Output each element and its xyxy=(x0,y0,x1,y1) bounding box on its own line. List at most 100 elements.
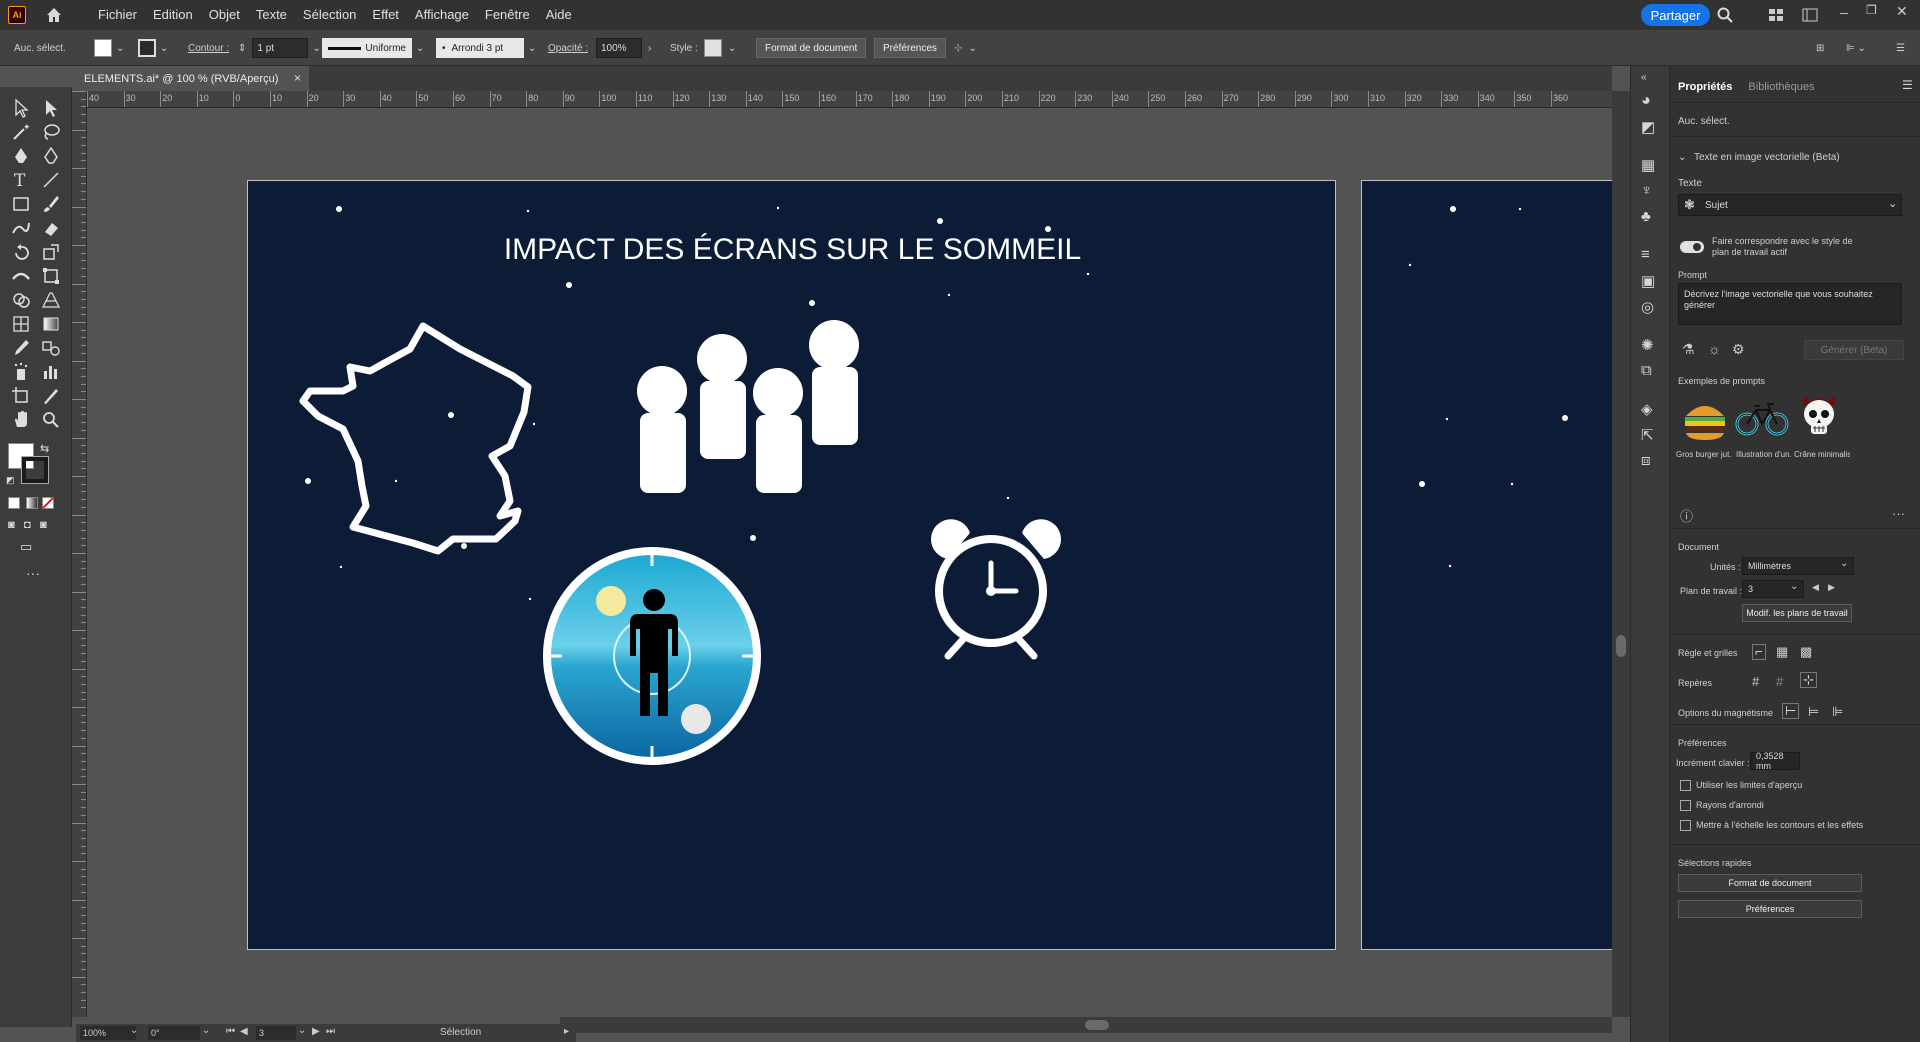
mesh-tool-icon[interactable] xyxy=(10,313,32,335)
zoom-field[interactable]: 100% xyxy=(80,1026,136,1040)
panel-menu-icon[interactable]: ☰ xyxy=(1902,78,1913,92)
collapse-section-icon[interactable]: ⌄ xyxy=(1678,152,1686,163)
preview-bounds-checkbox[interactable] xyxy=(1680,780,1691,791)
menu-fenetre[interactable]: Fenêtre xyxy=(477,0,538,30)
chevron-right-icon[interactable]: › xyxy=(648,43,651,54)
paintbrush-icon[interactable] xyxy=(40,193,62,215)
eraser-icon[interactable] xyxy=(40,217,62,239)
canvas-area[interactable]: IMPACT DES ÉCRANS SUR LE SOMMEIL xyxy=(87,108,1612,1017)
zoom-tool-icon[interactable] xyxy=(40,409,62,431)
document-format-button[interactable]: Format de document xyxy=(756,38,867,58)
gradient-mode-icon[interactable] xyxy=(26,497,38,509)
shape-builder-icon[interactable] xyxy=(10,289,32,311)
chevron-down-icon[interactable]: ⌄ xyxy=(1840,558,1848,569)
curvature-tool-icon[interactable] xyxy=(40,145,62,167)
minimize-icon[interactable]: – xyxy=(1840,4,1848,20)
snap-to-glyph-icon[interactable]: ⊨ xyxy=(1808,704,1819,720)
status-mode-label[interactable]: Sélection xyxy=(440,1027,481,1038)
key-increment-field[interactable]: 0,3528 mm xyxy=(1750,751,1800,771)
horizontal-scrollbar[interactable] xyxy=(560,1017,1612,1033)
arrange-icon[interactable]: ⊞ xyxy=(1816,38,1824,58)
close-window-icon[interactable]: ✕ xyxy=(1896,3,1908,20)
column-graph-icon[interactable] xyxy=(40,361,62,383)
ruler-icon[interactable]: ⌐ xyxy=(1752,644,1766,660)
chevron-down-icon[interactable]: ⌄ xyxy=(312,43,320,54)
rotation-field[interactable]: 0° xyxy=(148,1026,200,1040)
default-colors-icon[interactable]: ◩ xyxy=(6,475,15,486)
settings-gear-icon[interactable]: ⚙ xyxy=(1732,341,1745,358)
chevron-down-icon[interactable]: ⌄ xyxy=(116,43,124,54)
gradient-panel-icon[interactable]: ▣ xyxy=(1641,272,1659,290)
shaper-tool-icon[interactable] xyxy=(10,217,32,239)
chevron-down-icon[interactable]: ⌄ xyxy=(528,43,536,54)
lasso-icon[interactable] xyxy=(40,121,62,143)
appearance-panel-icon[interactable]: ✺ xyxy=(1641,336,1659,354)
swap-colors-icon[interactable]: ⇆ xyxy=(40,442,49,455)
align-icon[interactable]: ⊫ ⌄ xyxy=(1846,38,1866,58)
effects-icon[interactable]: ☼ xyxy=(1708,341,1721,357)
color-panel-icon[interactable]: ◕ xyxy=(1641,92,1659,110)
scale-strokes-checkbox[interactable] xyxy=(1680,820,1691,831)
generate-button[interactable]: Générer (Beta) xyxy=(1804,340,1904,360)
stepper-icon[interactable]: ⇕ xyxy=(238,43,246,54)
artboard-tool-icon[interactable] xyxy=(10,385,32,407)
vertical-scrollbar[interactable] xyxy=(1612,91,1630,1017)
artboard-secondary[interactable] xyxy=(1361,180,1612,950)
none-mode-icon[interactable] xyxy=(42,497,54,509)
free-transform-icon[interactable] xyxy=(40,265,62,287)
opacity-label[interactable]: Opacité : xyxy=(548,38,588,58)
home-icon[interactable] xyxy=(44,5,64,25)
layers-panel-icon[interactable]: ◈ xyxy=(1641,400,1659,418)
lock-guides-icon[interactable]: # xyxy=(1776,674,1783,689)
brush-dropdown[interactable]: • Arrondi 3 pt xyxy=(436,38,524,58)
more-tools-icon[interactable]: ··· xyxy=(26,565,40,581)
next-artboard-icon[interactable]: ▶ xyxy=(312,1026,320,1037)
document-tab[interactable]: ELEMENTS.ai* @ 100 % (RVB/Aperçu) × xyxy=(76,66,309,91)
prev-artboard-icon[interactable]: ◀ xyxy=(240,1026,248,1037)
artboard-main[interactable]: IMPACT DES ÉCRANS SUR LE SOMMEIL xyxy=(247,180,1336,950)
hand-tool-icon[interactable] xyxy=(10,409,32,431)
chevron-down-icon[interactable]: ⌄ xyxy=(202,1025,210,1036)
tab-proprietes[interactable]: Propriétés xyxy=(1670,76,1740,98)
grid-icon[interactable]: ▦ xyxy=(1776,644,1788,660)
stroke-profile-dropdown[interactable]: Uniforme xyxy=(322,38,412,58)
draw-normal-icon[interactable]: ◙ xyxy=(8,519,15,531)
vertical-scroll-thumb[interactable] xyxy=(1616,635,1626,657)
menu-affichage[interactable]: Affichage xyxy=(407,0,477,30)
chevron-down-icon[interactable]: ⌄ xyxy=(416,43,424,54)
transparency-panel-icon[interactable]: ◎ xyxy=(1641,298,1659,316)
layout-icon[interactable] xyxy=(1802,7,1818,23)
smart-guides-icon[interactable]: ⊹ xyxy=(1800,672,1817,688)
more-options-icon[interactable]: ··· xyxy=(1892,506,1905,521)
chevron-down-icon[interactable]: ⌄ xyxy=(968,43,976,54)
restore-icon[interactable]: ❐ xyxy=(1866,3,1877,17)
menu-objet[interactable]: Objet xyxy=(201,0,248,30)
share-button[interactable]: Partager xyxy=(1641,4,1710,26)
close-tab-icon[interactable]: × xyxy=(294,71,301,85)
stroke-swatch[interactable] xyxy=(138,39,156,57)
chevron-down-icon[interactable]: ⌄ xyxy=(130,1025,138,1036)
slice-tool-icon[interactable] xyxy=(40,385,62,407)
rotate-tool-icon[interactable] xyxy=(10,241,32,263)
brushes-panel-icon[interactable]: ♆ xyxy=(1641,182,1659,200)
stroke-weight-field[interactable]: 1 pt xyxy=(252,38,309,58)
artboard-number-field[interactable]: 3 xyxy=(256,1026,296,1040)
transform-icon[interactable]: ⊹ xyxy=(954,43,962,54)
chevron-down-icon[interactable]: ⌄ xyxy=(1790,581,1798,592)
transparency-grid-icon[interactable]: ▩ xyxy=(1800,644,1812,660)
export-panel-icon[interactable]: ⇱ xyxy=(1641,426,1659,444)
show-guides-icon[interactable]: # xyxy=(1752,674,1759,689)
first-artboard-icon[interactable]: ⏮ xyxy=(226,1026,235,1037)
perspective-grid-icon[interactable] xyxy=(40,289,62,311)
scale-tool-icon[interactable] xyxy=(40,241,62,263)
menu-effet[interactable]: Effet xyxy=(364,0,407,30)
edit-artboards-button[interactable]: Modif. les plans de travail xyxy=(1742,604,1852,622)
draw-behind-icon[interactable]: ◘ xyxy=(24,519,31,531)
type-tool-icon[interactable]: T xyxy=(10,169,32,191)
blend-tool-icon[interactable] xyxy=(40,337,62,359)
menu-texte[interactable]: Texte xyxy=(248,0,295,30)
panel-menu-icon[interactable]: ☰ xyxy=(1896,38,1905,58)
direct-selection-tool-icon[interactable] xyxy=(40,97,62,119)
quick-preferences-button[interactable]: Préférences xyxy=(1678,900,1862,918)
opacity-field[interactable]: 100% xyxy=(596,38,642,58)
